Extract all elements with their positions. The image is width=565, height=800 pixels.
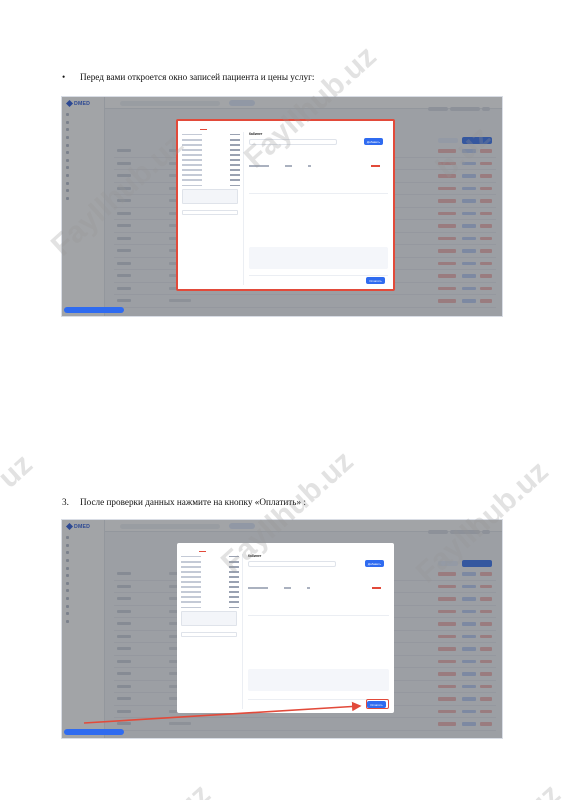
- modal-tab[interactable]: [183, 547, 187, 552]
- modal-tab[interactable]: [191, 547, 196, 552]
- patient-records-modal: Кабинет Добавить Оплатить: [176, 119, 395, 291]
- modal-tabs: [184, 125, 207, 130]
- bullet-text: Перед вами откроется окно записей пациен…: [80, 72, 315, 82]
- bullet-marker: •: [62, 72, 66, 82]
- service-search-input[interactable]: [249, 139, 337, 145]
- service-row: [249, 163, 388, 169]
- service-search-input[interactable]: [248, 561, 336, 567]
- services-panel: Кабинет Добавить Оплатить: [248, 554, 389, 709]
- watermark: uz: [0, 447, 39, 495]
- modal-footer: Оплатить: [249, 275, 388, 284]
- payments-header: [248, 639, 389, 644]
- screenshot-patient-records: DMED Кабинет Добавить Оплатить: [61, 96, 503, 317]
- add-service-button[interactable]: Добавить: [364, 138, 383, 145]
- modal-tabs: [183, 547, 206, 552]
- services-header: [248, 578, 389, 583]
- modal-tab[interactable]: [192, 125, 197, 130]
- sidebar-footer-button: [64, 307, 124, 313]
- modal-tab[interactable]: [184, 125, 188, 130]
- payments-header: [249, 217, 388, 222]
- screenshot-pay-button: DMED Кабинет Добавить Оплатить: [61, 519, 503, 739]
- add-service-button[interactable]: Добавить: [365, 560, 384, 567]
- patient-input[interactable]: [181, 632, 237, 638]
- patient-records-modal: Кабинет Добавить Оплатить: [177, 543, 394, 713]
- step-text: После проверки данных нажмите на кнопку …: [80, 497, 306, 507]
- services-tab-label: Кабинет: [248, 554, 262, 558]
- comment-area[interactable]: [181, 611, 237, 627]
- patient-input[interactable]: [182, 210, 238, 216]
- pay-button-highlight: [366, 699, 389, 709]
- comment-area[interactable]: [182, 189, 238, 205]
- modal-tab-active[interactable]: [200, 125, 207, 130]
- totals-box: [249, 247, 388, 269]
- services-panel: Кабинет Добавить Оплатить: [249, 132, 388, 285]
- services-tab-label: Кабинет: [249, 132, 263, 136]
- watermark: uz: [170, 778, 218, 800]
- totals-box: [248, 669, 389, 691]
- service-row: [248, 585, 389, 591]
- step-number: 3.: [62, 497, 69, 507]
- patient-info-panel: [181, 554, 243, 709]
- sidebar-footer-button: [64, 729, 124, 735]
- services-header: [249, 156, 388, 161]
- modal-footer: Оплатить: [248, 699, 389, 709]
- patient-info-panel: [182, 132, 244, 285]
- modal-tab-active[interactable]: [199, 547, 206, 552]
- pay-button[interactable]: Оплатить: [366, 277, 385, 284]
- watermark: uz: [520, 778, 565, 800]
